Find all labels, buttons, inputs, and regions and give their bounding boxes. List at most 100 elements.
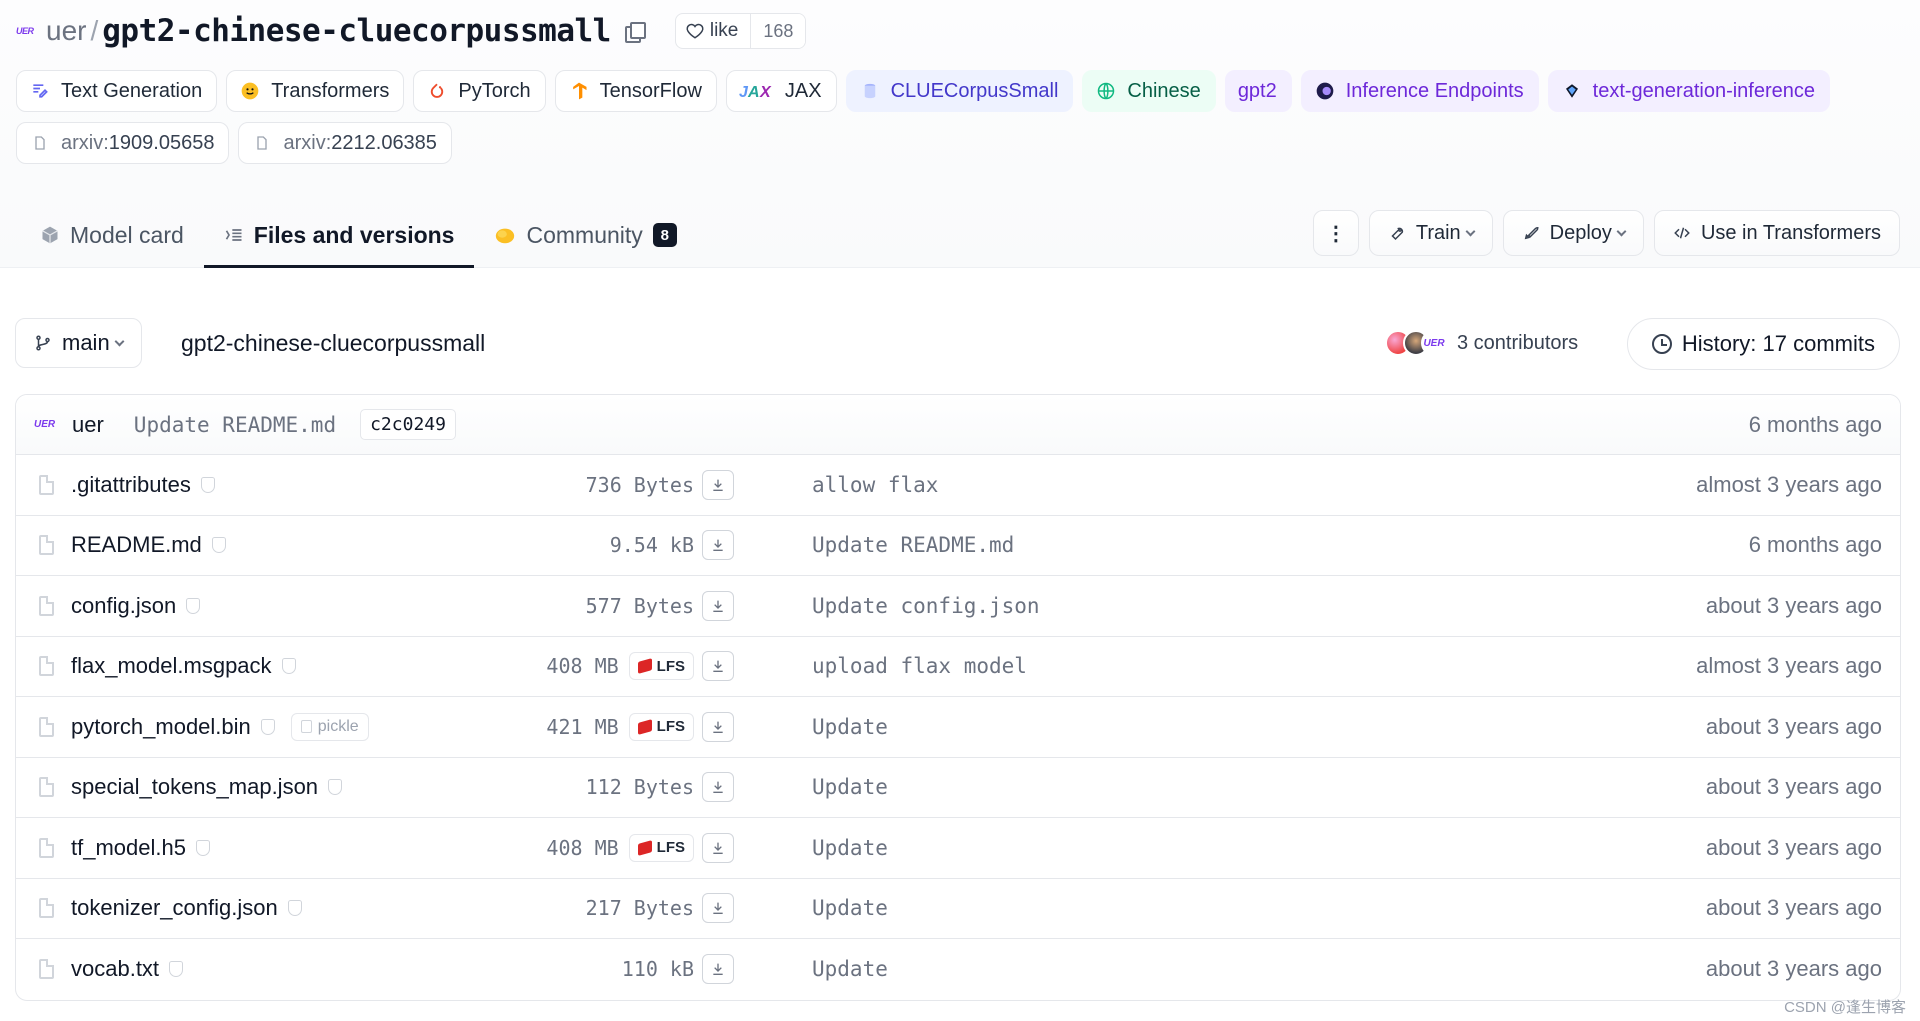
tag-text-generation-inference[interactable]: text-generation-inference (1547, 70, 1831, 112)
file-commit-time: almost 3 years ago (1696, 653, 1882, 679)
file-commit-message[interactable]: allow flax (812, 473, 938, 497)
chevron-down-icon (1616, 226, 1627, 236)
download-icon (710, 961, 726, 977)
security-shield-icon[interactable] (328, 779, 343, 796)
file-name[interactable]: config.json (71, 593, 176, 619)
tab-files-and-versions[interactable]: Files and versions (203, 205, 475, 268)
file-name-cell: flax_model.msgpack (71, 653, 296, 679)
tag-gpt2[interactable]: gpt2 (1224, 70, 1292, 112)
file-name-cell: vocab.txt (71, 956, 184, 982)
tag-transformers[interactable]: Transformers (226, 70, 405, 112)
lfs-badge[interactable]: LFS (628, 712, 694, 741)
file-size-cell: 421 MB LFS (546, 712, 694, 741)
org-link[interactable]: uer (46, 15, 86, 47)
lfs-label: LFS (656, 839, 685, 857)
tag-pytorch[interactable]: PyTorch (413, 70, 546, 112)
paper-link-2212.06385[interactable]: arxiv:2212.06385 (238, 122, 452, 164)
history-button[interactable]: History: 17 commits (1626, 318, 1900, 370)
file-name[interactable]: tf_model.h5 (71, 835, 186, 861)
download-icon (710, 658, 726, 674)
download-button[interactable] (702, 469, 734, 500)
pickle-icon (300, 720, 312, 734)
file-name[interactable]: vocab.txt (71, 956, 159, 982)
download-button[interactable] (702, 651, 734, 682)
org-logo[interactable]: UER (16, 23, 38, 39)
file-size: 9.54 kB (609, 533, 694, 558)
file-commit-message[interactable]: Update README.md (812, 533, 1014, 557)
security-shield-icon[interactable] (186, 597, 201, 614)
lfs-badge[interactable]: LFS (628, 652, 694, 681)
tag-jax[interactable]: J A X JAX (725, 70, 837, 112)
commit-author[interactable]: uer (72, 412, 104, 438)
file-name[interactable]: special_tokens_map.json (71, 774, 318, 800)
commit-message[interactable]: Update README.md (134, 413, 336, 437)
lfs-icon (637, 718, 652, 735)
file-commit-message[interactable]: Update (812, 715, 888, 739)
like-button[interactable]: like 168 (674, 13, 807, 49)
file-name[interactable]: .gitattributes (71, 472, 191, 498)
file-commit-message[interactable]: Update (812, 896, 888, 920)
file-row: README.md 9.54 kB Update README.md 6 months… (16, 516, 1900, 576)
tab-community[interactable]: Community 8 (474, 205, 696, 268)
file-name-cell: pytorch_model.bin pickle (71, 712, 369, 741)
file-name[interactable]: flax_model.msgpack (71, 653, 272, 679)
download-button[interactable] (702, 772, 734, 803)
file-commit-time: about 3 years ago (1705, 895, 1882, 921)
security-shield-icon[interactable] (211, 537, 226, 554)
download-button[interactable] (702, 954, 734, 985)
file-size-cell: 9.54 kB (610, 533, 694, 557)
file-commit-message[interactable]: Update (812, 836, 888, 860)
more-options-button[interactable]: ⋮ (1312, 210, 1359, 256)
file-commit-message[interactable]: Update config.json (812, 594, 1040, 618)
tag-tensorflow[interactable]: TensorFlow (554, 70, 717, 112)
tag-label: Inference Endpoints (1345, 79, 1524, 102)
download-button[interactable] (702, 711, 734, 742)
file-row: tf_model.h5 408 MB LFS Update about 3 years … (16, 818, 1900, 879)
deploy-button[interactable]: Deploy (1502, 210, 1644, 256)
train-button[interactable]: Train (1368, 210, 1493, 256)
file-name-cell: tf_model.h5 (71, 835, 210, 861)
download-button[interactable] (702, 832, 734, 863)
tag-cluecorpussmall[interactable]: CLUECorpusSmall (845, 70, 1074, 112)
tag-inference-endpoints[interactable]: Inference Endpoints (1300, 70, 1539, 112)
paper-label: arxiv:2212.06385 (283, 132, 436, 155)
file-commit-time: about 3 years ago (1705, 713, 1882, 739)
use-in-transformers-button[interactable]: Use in Transformers (1653, 210, 1900, 256)
branch-selector[interactable]: main (15, 318, 142, 368)
pickle-badge[interactable]: pickle (290, 712, 369, 741)
commit-hash[interactable]: c2c0249 (360, 409, 456, 440)
file-size-cell: 217 Bytes (586, 896, 694, 920)
commit-author-avatar[interactable]: UER (34, 419, 58, 430)
tag-text-generation[interactable]: Text Generation (16, 70, 218, 112)
lfs-badge[interactable]: LFS (628, 833, 694, 862)
file-row: config.json 577 Bytes Update config.json ab… (16, 576, 1900, 637)
repo-path[interactable]: gpt2-chinese-cluecorpussmall (181, 326, 485, 360)
contributors-link[interactable]: UER 3 contributors (1385, 326, 1578, 360)
document-icon (251, 132, 273, 154)
copy-icon[interactable] (623, 20, 646, 43)
tag-label: Chinese (1127, 79, 1201, 102)
file-name[interactable]: README.md (71, 532, 202, 558)
repo-name[interactable]: gpt2-chinese-cluecorpussmall (102, 13, 611, 49)
security-shield-icon[interactable] (287, 900, 302, 917)
paper-link-1909.05658[interactable]: arxiv:1909.05658 (16, 122, 230, 164)
download-button[interactable] (702, 893, 734, 924)
like-main[interactable]: like (676, 14, 751, 48)
security-shield-icon[interactable] (169, 961, 184, 978)
file-commit-message[interactable]: upload flax model (812, 654, 1027, 678)
file-size-cell: 736 Bytes (586, 473, 694, 497)
security-shield-icon[interactable] (200, 476, 215, 493)
security-shield-icon[interactable] (260, 718, 275, 735)
download-button[interactable] (702, 530, 734, 561)
file-commit-message[interactable]: Update (812, 775, 888, 799)
file-name[interactable]: pytorch_model.bin (71, 714, 251, 740)
tag-chinese[interactable]: Chinese (1082, 70, 1216, 112)
security-shield-icon[interactable] (195, 839, 210, 856)
like-count[interactable]: 168 (750, 14, 806, 48)
security-shield-icon[interactable] (281, 658, 296, 675)
file-commit-message[interactable]: Update (812, 957, 888, 981)
file-size: 112 Bytes (585, 775, 694, 800)
tab-model-card[interactable]: Model card (20, 205, 204, 268)
download-button[interactable] (702, 590, 734, 621)
file-name[interactable]: tokenizer_config.json (71, 895, 278, 921)
